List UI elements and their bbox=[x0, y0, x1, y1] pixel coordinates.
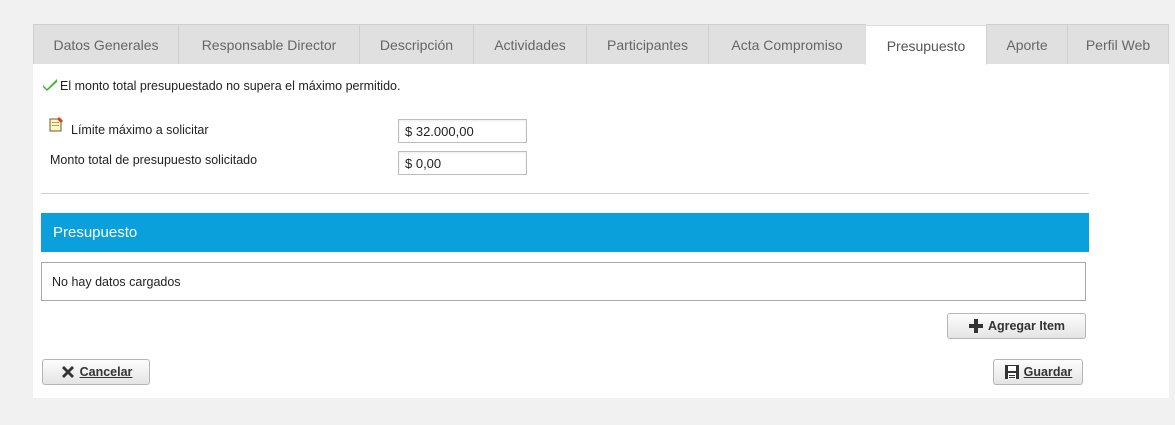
divider bbox=[41, 193, 1089, 194]
tab-bar: Datos Generales Responsable Director Des… bbox=[33, 24, 1169, 65]
tab-aporte[interactable]: Aporte bbox=[986, 24, 1068, 64]
section-header: Presupuesto bbox=[41, 213, 1089, 252]
plus-icon bbox=[968, 318, 984, 334]
total-field[interactable] bbox=[398, 151, 527, 175]
tab-acta-compromiso[interactable]: Acta Compromiso bbox=[708, 24, 866, 64]
save-button[interactable]: Guardar bbox=[993, 359, 1083, 385]
cancel-button[interactable]: Cancelar bbox=[42, 359, 150, 385]
limit-field[interactable] bbox=[398, 119, 527, 143]
note-icon bbox=[49, 116, 65, 135]
tab-actividades[interactable]: Actividades bbox=[473, 24, 587, 64]
check-icon bbox=[42, 78, 60, 95]
add-item-label: Agregar Item bbox=[987, 319, 1066, 333]
section-title: Presupuesto bbox=[53, 224, 138, 241]
total-label: Monto total de presupuesto solicitado bbox=[50, 153, 258, 167]
empty-table: No hay datos cargados bbox=[41, 262, 1086, 301]
save-label: Guardar bbox=[1023, 365, 1073, 379]
cancel-icon bbox=[60, 364, 76, 380]
save-icon bbox=[1004, 364, 1020, 380]
add-item-button[interactable]: Agregar Item bbox=[947, 313, 1086, 339]
tab-datos-generales[interactable]: Datos Generales bbox=[33, 24, 179, 64]
tab-presupuesto[interactable]: Presupuesto bbox=[865, 25, 987, 65]
empty-message: No hay datos cargados bbox=[52, 274, 181, 289]
limit-label: Límite máximo a solicitar bbox=[71, 123, 209, 137]
cancel-label: Cancelar bbox=[79, 365, 133, 379]
tab-perfil-web[interactable]: Perfil Web bbox=[1067, 24, 1169, 64]
status-message-row: El monto total presupuestado no supera e… bbox=[42, 75, 400, 97]
tab-responsable-director[interactable]: Responsable Director bbox=[178, 24, 360, 64]
tab-descripcion[interactable]: Descripción bbox=[359, 24, 474, 64]
status-message: El monto total presupuestado no supera e… bbox=[60, 79, 401, 93]
tab-participantes[interactable]: Participantes bbox=[586, 24, 709, 64]
